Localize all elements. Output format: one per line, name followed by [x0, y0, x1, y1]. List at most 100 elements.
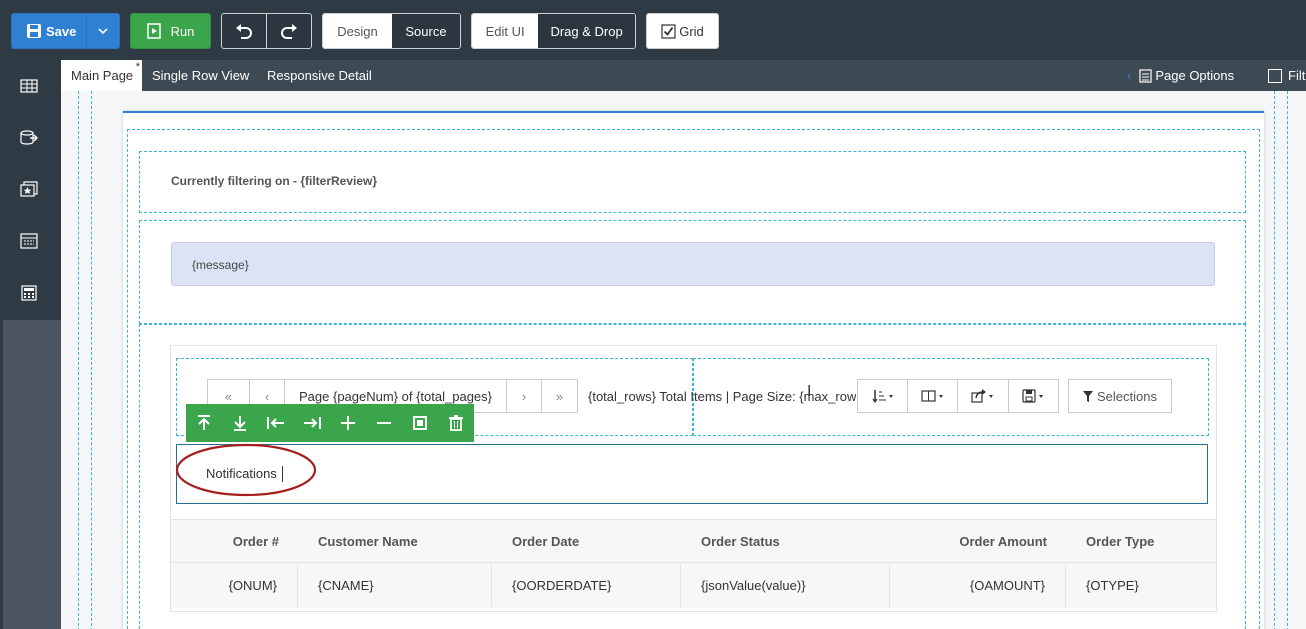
- cell-order-amount[interactable]: {OAMOUNT}: [890, 563, 1066, 607]
- move-down-icon: [234, 416, 246, 431]
- filter-toggle[interactable]: Filt: [1268, 60, 1305, 91]
- unsaved-marker: *: [135, 61, 140, 73]
- selections-label: Selections: [1097, 388, 1157, 404]
- filter-review-text: Currently filtering on - {filterReview}: [171, 174, 378, 188]
- outer-column-guide-right: [1274, 91, 1288, 629]
- next-page-button[interactable]: ›: [506, 379, 542, 413]
- columns-button[interactable]: [907, 379, 958, 413]
- save-button[interactable]: Save: [11, 13, 120, 49]
- checkbox-checked-icon: [661, 23, 676, 39]
- chevron-left-icon: ‹: [1127, 68, 1132, 83]
- move-left-button[interactable]: [258, 404, 294, 442]
- move-right-button[interactable]: [294, 404, 330, 442]
- image-gallery-icon[interactable]: [18, 180, 40, 198]
- col-header-order-num[interactable]: Order #: [171, 520, 279, 562]
- report-grid-panel: « ‹ Page {pageNum} of {total_pages} › » …: [170, 345, 1217, 612]
- tab-main-page-label: Main Page: [71, 68, 134, 83]
- outer-column-guide: [78, 91, 92, 629]
- save-view-button[interactable]: [1008, 379, 1059, 413]
- trash-icon: [449, 415, 463, 431]
- grid-toggle-button[interactable]: Grid: [646, 13, 719, 49]
- page-icon: [1139, 68, 1152, 83]
- form-grid-icon[interactable]: [18, 232, 40, 250]
- cell-order-date[interactable]: {OORDERDATE}: [492, 563, 681, 607]
- edit-ui-button[interactable]: Edit UI: [472, 14, 539, 48]
- top-toolbar: Save Run Design Source Edit UI Drag & Dr…: [0, 0, 1306, 60]
- page-tab-bar: Main Page * Single Row View Responsive D…: [61, 60, 1306, 91]
- share-icon: [971, 389, 993, 403]
- undo-icon: [235, 24, 252, 39]
- grid-section-guide: « ‹ Page {pageNum} of {total_pages} › » …: [139, 324, 1246, 629]
- move-right-icon: [304, 417, 321, 429]
- message-container[interactable]: {message}: [139, 220, 1246, 324]
- plus-icon: [341, 416, 355, 430]
- move-to-bottom-button[interactable]: [222, 404, 258, 442]
- sort-icon: [872, 390, 893, 403]
- checkbox-icon: [1268, 68, 1282, 83]
- chevron-down-icon: [98, 28, 108, 34]
- table-row: {ONUM} {CNAME} {OORDERDATE} {jsonValue(v…: [171, 562, 1216, 608]
- floppy-disk-icon: [27, 24, 41, 38]
- highlight-circle-annotation: [175, 443, 317, 497]
- save-dropdown-toggle[interactable]: [86, 14, 119, 48]
- element-action-toolbar: [186, 404, 474, 442]
- redo-icon: [280, 24, 297, 39]
- edit-mode-toggle: Edit UI Drag & Drop: [471, 13, 636, 49]
- col-header-order-amount[interactable]: Order Amount: [891, 520, 1047, 562]
- tab-single-row-view[interactable]: Single Row View: [152, 60, 249, 91]
- last-page-button[interactable]: »: [541, 379, 578, 413]
- add-element-button[interactable]: [330, 404, 366, 442]
- design-source-toggle: Design Source: [322, 13, 461, 49]
- database-export-icon[interactable]: [18, 129, 40, 147]
- cell-order-status[interactable]: {jsonValue(value)}: [681, 563, 890, 607]
- cell-order-type[interactable]: {OTYPE}: [1066, 563, 1216, 607]
- table-icon[interactable]: [18, 77, 40, 95]
- move-to-top-button[interactable]: [186, 404, 222, 442]
- total-rows-text: {total_rows} Total Items | Page Size: {m…: [588, 389, 856, 404]
- undo-redo-group: [221, 13, 312, 49]
- tab-responsive-detail[interactable]: Responsive Detail: [267, 60, 372, 91]
- col-header-customer-name[interactable]: Customer Name: [318, 520, 418, 562]
- calculator-icon[interactable]: [18, 284, 40, 302]
- select-element-button[interactable]: [402, 404, 438, 442]
- filter-icon: [1083, 390, 1093, 402]
- grid-label: Grid: [679, 23, 704, 39]
- main-panel: Currently filtering on - {filterReview} …: [123, 111, 1264, 629]
- text-cursor-icon: Ⅰ: [807, 383, 812, 400]
- design-canvas: Currently filtering on - {filterReview} …: [61, 91, 1306, 629]
- move-left-icon: [267, 417, 284, 429]
- tab-main-page[interactable]: Main Page *: [61, 60, 142, 91]
- undo-button[interactable]: [222, 14, 267, 48]
- page-options-button[interactable]: ‹ Page Options: [1127, 60, 1234, 91]
- filter-label: Filt: [1288, 68, 1306, 83]
- cell-customer-name[interactable]: {CNAME}: [298, 563, 492, 607]
- drag-drop-button[interactable]: Drag & Drop: [538, 14, 635, 48]
- selections-button[interactable]: Selections: [1068, 379, 1172, 413]
- export-button[interactable]: [957, 379, 1009, 413]
- sort-button[interactable]: [857, 379, 908, 413]
- floppy-disk-icon: [1021, 389, 1043, 403]
- notifications-container[interactable]: Notifications: [175, 443, 1208, 504]
- col-header-order-type[interactable]: Order Type: [1086, 520, 1154, 562]
- grid-tools-group: [857, 379, 1059, 413]
- square-icon: [413, 416, 427, 430]
- design-button[interactable]: Design: [323, 14, 392, 48]
- message-text: {message}: [192, 258, 249, 272]
- cell-order-num[interactable]: {ONUM}: [171, 563, 298, 607]
- delete-element-button[interactable]: [438, 404, 474, 442]
- message-alert: {message}: [171, 242, 1215, 286]
- table-header-row: Order # Customer Name Order Date Order S…: [171, 519, 1216, 563]
- run-icon: [146, 23, 161, 39]
- remove-element-button[interactable]: [366, 404, 402, 442]
- filter-review-container[interactable]: Currently filtering on - {filterReview}: [139, 151, 1246, 213]
- col-header-order-date[interactable]: Order Date: [512, 520, 579, 562]
- move-up-icon: [198, 415, 210, 430]
- left-sidebar: [0, 60, 61, 629]
- col-header-order-status[interactable]: Order Status: [701, 520, 780, 562]
- source-button[interactable]: Source: [392, 14, 460, 48]
- run-button[interactable]: Run: [130, 13, 211, 49]
- page-options-label: Page Options: [1155, 68, 1235, 83]
- redo-button[interactable]: [267, 14, 312, 48]
- sidebar-empty-area: [3, 320, 61, 629]
- columns-icon: [920, 390, 943, 402]
